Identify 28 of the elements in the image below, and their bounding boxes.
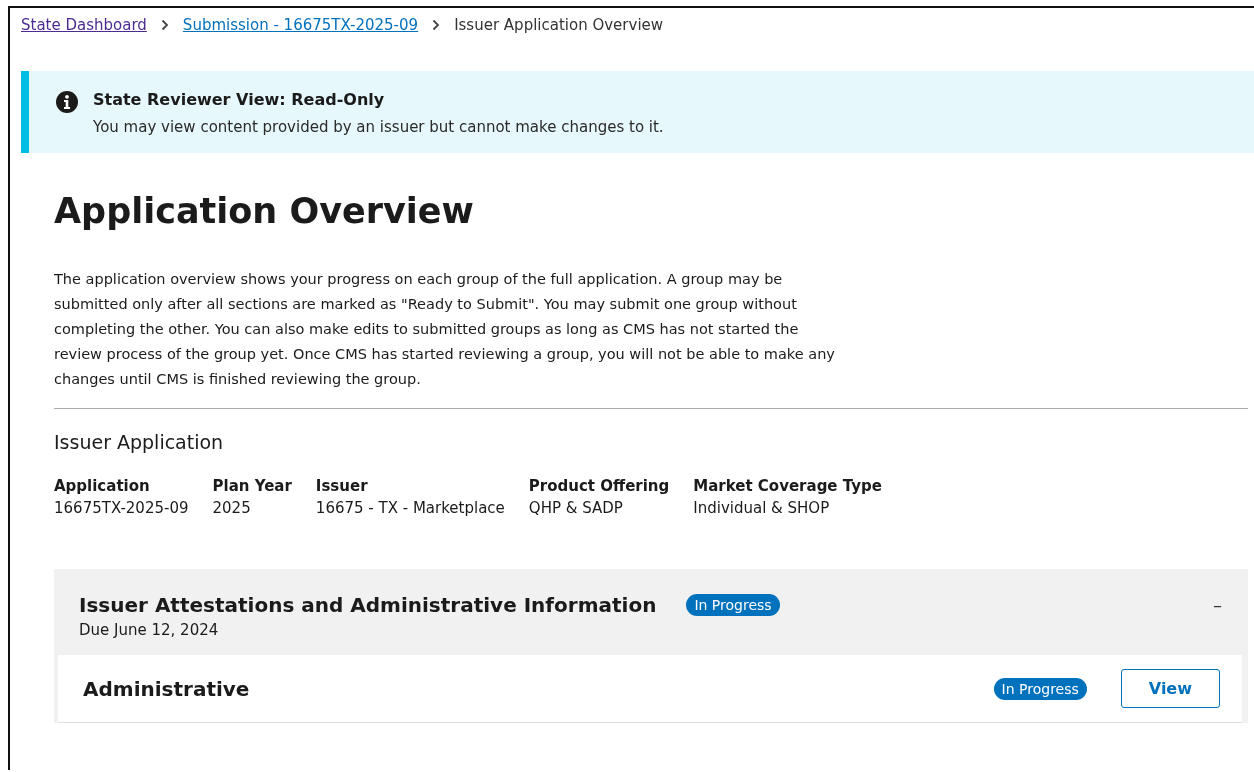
field-label: Market Coverage Type: [693, 477, 882, 495]
section-name: Administrative: [83, 676, 250, 701]
chevron-icon: [432, 19, 441, 31]
field-label: Plan Year: [212, 477, 292, 495]
breadcrumb-link[interactable]: State Dashboard: [21, 16, 147, 34]
info-icon: [55, 90, 79, 114]
intro-paragraph: The application overview shows your progress on each group of the full application. A group may be submitted only after all sections are marked as "Ready to Submit". You may submit one group without completing the other. You can also make edits to submitted groups as long as CMS has not started the review process of the group yet. Once CMS has started reviewing a group, you will not be able to make any changes until CMS is finished reviewing the group.: [54, 270, 836, 389]
breadcrumb-current: Issuer Application Overview: [454, 16, 664, 34]
breadcrumb-link[interactable]: Submission - 16675TX-2025-09: [182, 16, 419, 34]
due-date: Due June 12, 2024: [79, 621, 220, 639]
field-value: Individual & SHOP: [693, 499, 831, 517]
field-label: Issuer: [315, 477, 369, 495]
field-label: Product Offering: [528, 477, 670, 495]
view-button[interactable]: View: [1120, 669, 1220, 708]
field-label: Application: [54, 477, 151, 495]
page-heading: Application Overview: [54, 191, 475, 231]
collapse-button[interactable]: –: [1213, 593, 1222, 615]
alert-text: You may view content provided by an issuer but cannot make changes to it.: [93, 118, 664, 136]
alert-title: State Reviewer View: Read-Only: [93, 90, 386, 109]
section-title: Issuer Application: [54, 431, 225, 453]
chevron-icon: [160, 19, 169, 31]
field-value: 2025: [212, 499, 252, 517]
status-badge: In Progress: [993, 677, 1087, 700]
field-value: QHP & SADP: [528, 499, 624, 517]
group-title: Issuer Attestations and Administrative Information: [79, 593, 657, 617]
field-value: 16675TX-2025-09: [54, 499, 189, 517]
field-value: 16675 - TX - Marketplace: [315, 499, 505, 517]
status-badge: In Progress: [686, 594, 780, 616]
